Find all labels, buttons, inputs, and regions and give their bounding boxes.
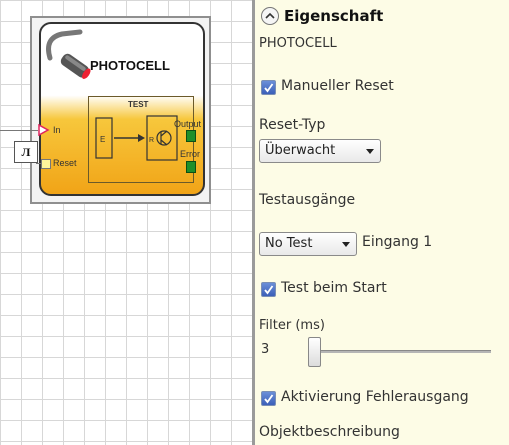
reset-type-dropdown[interactable]: Überwacht: [259, 139, 381, 163]
test-input-label: Eingang 1: [362, 234, 433, 250]
test-outputs-dropdown[interactable]: No Test: [259, 232, 357, 256]
object-name: PHOTOCELL: [259, 36, 337, 51]
chevron-down-icon: [366, 149, 374, 154]
reset-type-value: Überwacht: [265, 143, 336, 158]
panel-header: Eigenschaft: [284, 7, 384, 25]
reset-pin[interactable]: [41, 159, 51, 169]
pin-label-output: Output: [174, 119, 202, 129]
block-title: PHOTOCELL: [90, 58, 170, 73]
test-at-start-checkbox[interactable]: [261, 282, 276, 297]
manual-reset-checkbox[interactable]: [261, 80, 276, 95]
output-pin[interactable]: [186, 130, 196, 142]
pin-label-error: Error: [180, 149, 200, 159]
collapse-icon[interactable]: [260, 6, 280, 26]
test-outputs-label: Testausgänge: [259, 192, 356, 208]
object-description-label: Objektbeschreibung: [259, 424, 400, 440]
in-pin-triangle[interactable]: [38, 124, 50, 136]
chevron-down-icon: [342, 242, 350, 247]
svg-text:E: E: [100, 135, 105, 144]
reset-type-label: Reset-Typ: [259, 117, 326, 133]
pin-label-reset: Reset: [53, 158, 77, 168]
manual-reset-label: Manueller Reset: [281, 78, 394, 94]
error-output-checkbox[interactable]: [261, 391, 276, 406]
wire-in: [0, 130, 38, 131]
filter-value: 3: [261, 342, 270, 357]
filter-slider-thumb[interactable]: [308, 337, 321, 367]
error-output-label: Aktivierung Fehlerausgang: [281, 389, 469, 405]
error-pin[interactable]: [186, 161, 196, 173]
diagram-canvas[interactable]: PHOTOCELL TEST E R In Reset Л Output Err…: [0, 0, 252, 445]
test-at-start-label: Test beim Start: [281, 280, 387, 296]
test-title: TEST: [128, 100, 149, 109]
photocell-sensor-icon: [46, 29, 91, 79]
pulse-input-symbol[interactable]: Л: [14, 141, 38, 163]
properties-panel: Eigenschaft PHOTOCELL Manueller Reset Re…: [255, 0, 509, 445]
filter-label: Filter (ms): [259, 318, 325, 333]
svg-text:R: R: [149, 137, 154, 144]
wire-reset: [36, 163, 41, 164]
filter-slider-track[interactable]: [313, 350, 491, 353]
test-outputs-value: No Test: [265, 236, 313, 251]
pin-label-in: In: [53, 125, 61, 135]
